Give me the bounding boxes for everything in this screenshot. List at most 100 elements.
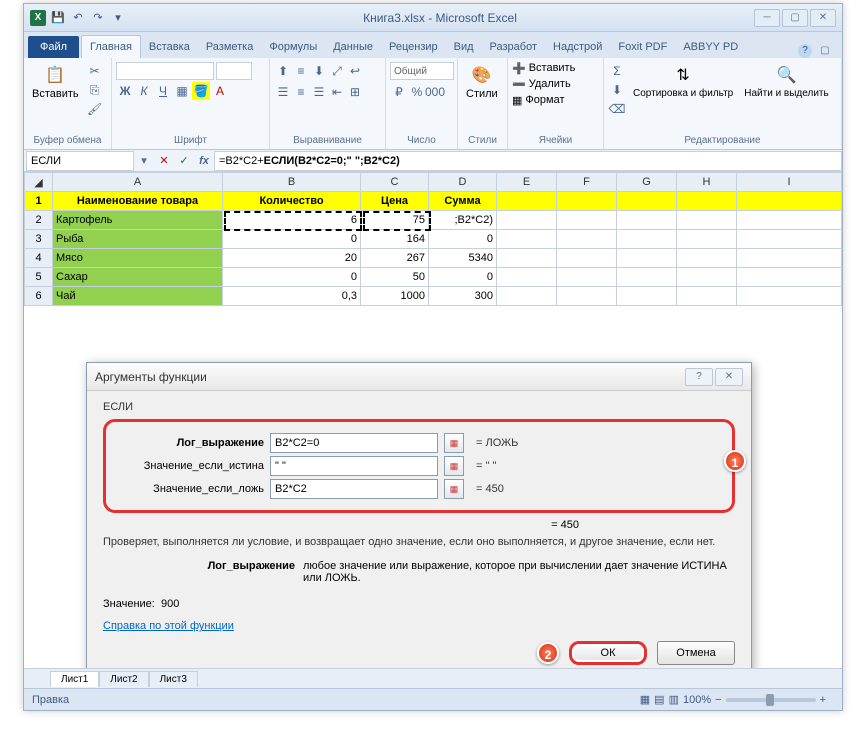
ribbon-min-icon[interactable]: ▢ [818, 44, 832, 58]
cell[interactable] [497, 268, 557, 287]
view-layout-icon[interactable]: ▤ [654, 693, 664, 706]
cell[interactable] [677, 287, 737, 306]
fill-icon[interactable]: ⬇ [608, 81, 626, 99]
minimize-button[interactable]: ─ [754, 9, 780, 27]
cell[interactable]: 75 [361, 211, 429, 230]
arg2-input[interactable] [270, 456, 438, 476]
align-left-icon[interactable]: ☰ [274, 83, 292, 101]
col-header[interactable]: B [223, 173, 361, 192]
tab-addins[interactable]: Надстрой [545, 36, 610, 58]
cell[interactable] [617, 230, 677, 249]
col-header[interactable]: A [53, 173, 223, 192]
cell[interactable]: 164 [361, 230, 429, 249]
cell[interactable] [497, 192, 557, 211]
cell[interactable] [617, 287, 677, 306]
cell[interactable]: 0 [429, 230, 497, 249]
fill-color-icon[interactable]: 🪣 [192, 82, 210, 100]
cell[interactable] [677, 249, 737, 268]
cell[interactable]: Цена [361, 192, 429, 211]
sheet-tab[interactable]: Лист2 [99, 671, 148, 687]
cell[interactable] [617, 268, 677, 287]
bold-icon[interactable]: Ж [116, 82, 134, 100]
row-header[interactable]: 3 [25, 230, 53, 249]
cell[interactable] [557, 211, 617, 230]
select-all[interactable]: ◢ [25, 173, 53, 192]
align-right-icon[interactable]: ☰ [310, 83, 328, 101]
collapse-icon[interactable]: ▦ [444, 433, 464, 453]
tab-layout[interactable]: Разметка [198, 36, 262, 58]
cancel-button[interactable]: Отмена [657, 641, 735, 665]
cell[interactable] [677, 268, 737, 287]
orient-icon[interactable]: ⤢ [328, 62, 346, 80]
cell[interactable] [677, 211, 737, 230]
align-center-icon[interactable]: ≡ [292, 83, 310, 101]
row-header[interactable]: 4 [25, 249, 53, 268]
cell[interactable]: Рыба [53, 230, 223, 249]
redo-icon[interactable]: ↷ [90, 10, 106, 26]
help-icon[interactable]: ? [798, 44, 812, 58]
cell[interactable] [617, 192, 677, 211]
percent-icon[interactable]: % [408, 83, 426, 101]
cell[interactable] [617, 211, 677, 230]
tab-formulas[interactable]: Формулы [261, 36, 325, 58]
cell[interactable]: Сумма [429, 192, 497, 211]
cell[interactable]: Сахар [53, 268, 223, 287]
arg3-input[interactable] [270, 479, 438, 499]
col-header[interactable]: E [497, 173, 557, 192]
collapse-icon[interactable]: ▦ [444, 456, 464, 476]
underline-icon[interactable]: Ч [154, 82, 172, 100]
cancel-formula-icon[interactable]: ✕ [154, 151, 174, 171]
col-header[interactable]: F [557, 173, 617, 192]
font-select[interactable] [116, 62, 214, 80]
tab-view[interactable]: Вид [446, 36, 482, 58]
currency-icon[interactable]: ₽ [390, 83, 408, 101]
align-mid-icon[interactable]: ≡ [292, 62, 310, 80]
formula-input[interactable]: =B2*C2+ЕСЛИ(B2*C2=0;" ";B2*C2) [214, 151, 842, 171]
tab-home[interactable]: Главная [81, 35, 141, 58]
cell[interactable] [737, 211, 842, 230]
cell[interactable] [497, 230, 557, 249]
name-box[interactable]: ЕСЛИ [26, 151, 134, 171]
cell[interactable] [737, 249, 842, 268]
italic-icon[interactable]: К [135, 82, 153, 100]
cell[interactable]: 0,3 [223, 287, 361, 306]
maximize-button[interactable]: ▢ [782, 9, 808, 27]
font-size[interactable] [216, 62, 252, 80]
row-header[interactable]: 1 [25, 192, 53, 211]
cell[interactable]: Количество [223, 192, 361, 211]
border-icon[interactable]: ▦ [173, 82, 191, 100]
cell[interactable]: 6 [223, 211, 361, 230]
number-format[interactable] [390, 62, 454, 80]
sheet-tab[interactable]: Лист3 [149, 671, 198, 687]
arg1-input[interactable] [270, 433, 438, 453]
cell[interactable]: 20 [223, 249, 361, 268]
wrap-icon[interactable]: ↩ [346, 62, 364, 80]
dialog-title[interactable]: Аргументы функции ? ✕ [87, 363, 751, 391]
cut-icon[interactable]: ✂ [86, 62, 104, 80]
row-header[interactable]: 2 [25, 211, 53, 230]
tab-abbyy[interactable]: ABBYY PD [675, 36, 746, 58]
tab-insert[interactable]: Вставка [141, 36, 198, 58]
paste-button[interactable]: 📋 Вставить [28, 62, 83, 102]
tab-review[interactable]: Рецензир [381, 36, 446, 58]
cell[interactable] [497, 211, 557, 230]
delete-cells[interactable]: ➖Удалить [512, 78, 575, 91]
tab-developer[interactable]: Разработ [482, 36, 545, 58]
col-header[interactable]: H [677, 173, 737, 192]
cell[interactable] [497, 287, 557, 306]
cell[interactable]: Наименование товара [53, 192, 223, 211]
align-top-icon[interactable]: ⬆ [274, 62, 292, 80]
sheet-tab[interactable]: Лист1 [50, 671, 99, 687]
cell[interactable]: 0 [223, 268, 361, 287]
col-header[interactable]: D [429, 173, 497, 192]
save-icon[interactable]: 💾 [50, 10, 66, 26]
cell[interactable] [557, 268, 617, 287]
font-color-icon[interactable]: A [211, 82, 229, 100]
sort-filter-button[interactable]: ⇅Сортировка и фильтр [629, 62, 737, 101]
cell[interactable]: Картофель [53, 211, 223, 230]
undo-icon[interactable]: ↶ [70, 10, 86, 26]
cell[interactable] [557, 249, 617, 268]
cell[interactable]: 0 [429, 268, 497, 287]
cell[interactable] [737, 287, 842, 306]
format-painter-icon[interactable]: 🖌 [86, 100, 104, 118]
